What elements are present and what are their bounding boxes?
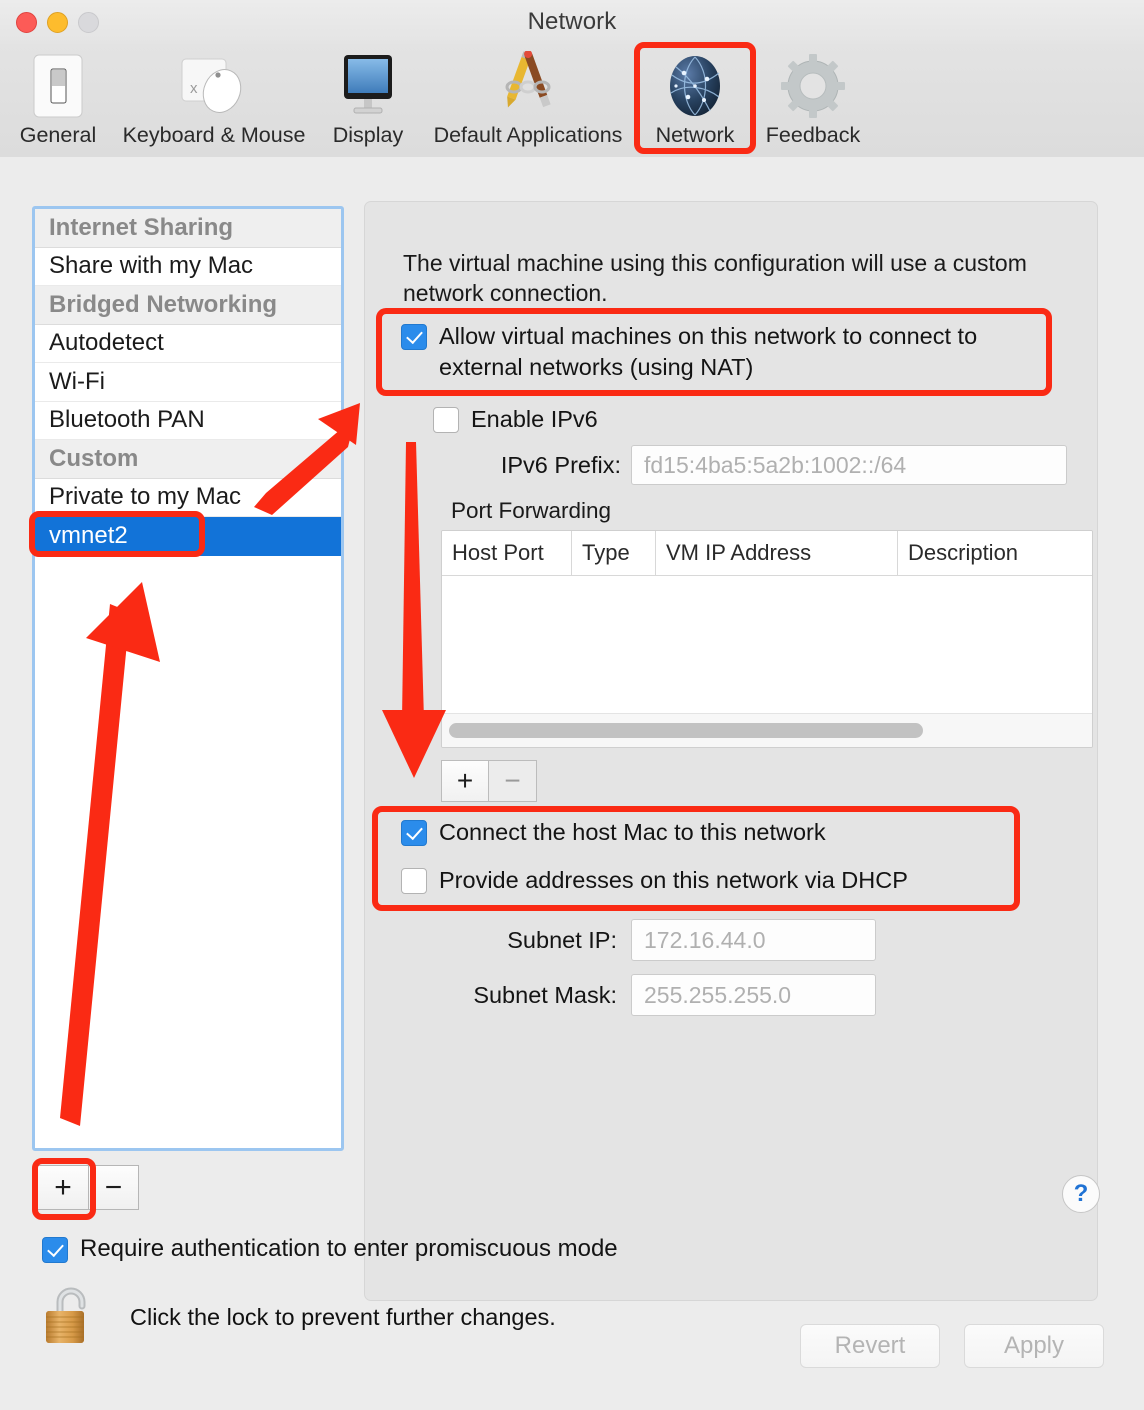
enable-ipv6-checkbox[interactable] <box>433 407 459 433</box>
pencil-brush-icon <box>418 50 638 122</box>
window-title-bar: Network <box>0 0 1144 45</box>
subnet-mask-label: Subnet Mask: <box>473 981 617 1008</box>
connect-host-label: Connect the host Mac to this network <box>439 819 826 845</box>
ipv6-prefix-label: IPv6 Prefix: <box>500 451 621 478</box>
ipv6-prefix-row: IPv6 Prefix: fd15:4ba5:5a2b:1002::/64 <box>465 445 1067 485</box>
port-forwarding-controls[interactable]: + − <box>441 760 537 802</box>
enable-ipv6-checkbox-row[interactable]: Enable IPv6 <box>433 404 598 435</box>
revert-button[interactable]: Revert <box>800 1324 940 1368</box>
column-header-type[interactable]: Type <box>572 531 656 575</box>
column-header-host-port[interactable]: Host Port <box>442 531 572 575</box>
connect-host-checkbox[interactable] <box>401 820 427 846</box>
subnet-ip-label: Subnet IP: <box>507 926 617 953</box>
network-list[interactable]: Internet Sharing Share with my Mac Bridg… <box>32 206 344 1151</box>
network-detail-panel: The virtual machine using this configura… <box>364 201 1098 1301</box>
toolbar-item-label: Feedback <box>765 123 861 147</box>
toolbar-item-label: Default Applications <box>433 123 623 147</box>
monitor-icon <box>316 50 420 122</box>
toolbar-item-default-applications[interactable]: Default Applications <box>418 50 638 154</box>
toolbar-item-label: General <box>19 123 97 147</box>
unlocked-padlock-icon[interactable] <box>40 1282 98 1353</box>
scrollbar-thumb[interactable] <box>449 723 923 738</box>
list-section-header: Bridged Networking <box>35 286 341 325</box>
list-section-header: Custom <box>35 440 341 479</box>
toolbar-item-keyboard-mouse[interactable]: x Keyboard & Mouse <box>114 50 314 154</box>
lock-instruction-text: Click the lock to prevent further change… <box>130 1304 556 1330</box>
provide-dhcp-label: Provide addresses on this network via DH… <box>439 867 908 893</box>
help-button[interactable]: ? <box>1062 1175 1100 1213</box>
promiscuous-checkbox[interactable] <box>42 1237 68 1263</box>
list-item[interactable]: Bluetooth PAN <box>35 402 341 440</box>
column-header-vm-ip-address[interactable]: VM IP Address <box>656 531 898 575</box>
lock-row[interactable]: Click the lock to prevent further change… <box>40 1282 556 1353</box>
list-item-vmnet2[interactable]: vmnet2 <box>35 517 341 556</box>
port-forwarding-header-row: Host Port Type VM IP Address Description <box>442 531 1092 576</box>
provide-dhcp-checkbox-row[interactable]: Provide addresses on this network via DH… <box>401 865 908 896</box>
mouse-icon: x <box>114 50 314 122</box>
toolbar-item-network[interactable]: Network <box>634 50 756 154</box>
port-forwarding-title: Port Forwarding <box>451 498 612 523</box>
horizontal-scrollbar[interactable] <box>442 713 1092 747</box>
network-preferences-pane: Internet Sharing Share with my Mac Bridg… <box>0 157 1144 1410</box>
globe-icon <box>634 50 756 122</box>
allow-nat-label: Allow virtual machines on this network t… <box>439 323 978 380</box>
list-item[interactable]: Share with my Mac <box>35 248 341 286</box>
ipv6-prefix-input[interactable]: fd15:4ba5:5a2b:1002::/64 <box>631 445 1067 485</box>
list-section-header: Internet Sharing <box>35 209 341 248</box>
list-item[interactable]: Wi-Fi <box>35 363 341 402</box>
action-buttons[interactable]: Revert Apply <box>800 1324 1104 1368</box>
gear-icon <box>758 50 868 122</box>
promiscuous-label: Require authentication to enter promiscu… <box>80 1235 618 1262</box>
promiscuous-checkbox-row[interactable]: Require authentication to enter promiscu… <box>42 1233 618 1264</box>
svg-text:x: x <box>190 80 198 97</box>
network-list-controls[interactable]: + − <box>37 1165 139 1210</box>
switch-icon <box>4 50 112 122</box>
subnet-ip-row: Subnet IP: 172.16.44.0 <box>475 919 876 961</box>
add-network-button[interactable]: + <box>37 1165 88 1210</box>
list-item[interactable]: Autodetect <box>35 325 341 363</box>
port-forwarding-body[interactable] <box>442 576 1092 715</box>
list-item[interactable]: Private to my Mac <box>35 479 341 517</box>
connect-host-checkbox-row[interactable]: Connect the host Mac to this network <box>401 817 826 848</box>
apply-button[interactable]: Apply <box>964 1324 1104 1368</box>
remove-network-button[interactable]: − <box>88 1165 139 1210</box>
remove-port-forward-button[interactable]: − <box>489 760 537 802</box>
toolbar-item-general[interactable]: General <box>4 50 112 154</box>
configuration-description: The virtual machine using this configura… <box>403 250 1027 306</box>
toolbar-item-label: Network <box>655 123 735 147</box>
column-header-description[interactable]: Description <box>898 531 1092 575</box>
toolbar-item-feedback[interactable]: Feedback <box>758 50 868 154</box>
page-title: Network <box>527 8 617 35</box>
enable-ipv6-label: Enable IPv6 <box>471 406 598 432</box>
toolbar-item-display[interactable]: Display <box>316 50 420 154</box>
allow-nat-checkbox[interactable] <box>401 324 427 350</box>
preferences-toolbar: General x Keyboard & Mouse Display Defau… <box>0 44 1144 158</box>
subnet-mask-row: Subnet Mask: 255.255.255.0 <box>437 974 876 1016</box>
toolbar-item-label: Display <box>332 123 404 147</box>
subnet-ip-input[interactable]: 172.16.44.0 <box>631 919 876 961</box>
port-forwarding-table[interactable]: Host Port Type VM IP Address Description <box>441 530 1093 748</box>
subnet-mask-input[interactable]: 255.255.255.0 <box>631 974 876 1016</box>
toolbar-item-label: Keyboard & Mouse <box>122 123 306 147</box>
add-port-forward-button[interactable]: + <box>441 760 489 802</box>
provide-dhcp-checkbox[interactable] <box>401 868 427 894</box>
network-list-rows: Internet Sharing Share with my Mac Bridg… <box>35 209 341 556</box>
allow-nat-checkbox-row[interactable]: Allow virtual machines on this network t… <box>401 321 1041 383</box>
